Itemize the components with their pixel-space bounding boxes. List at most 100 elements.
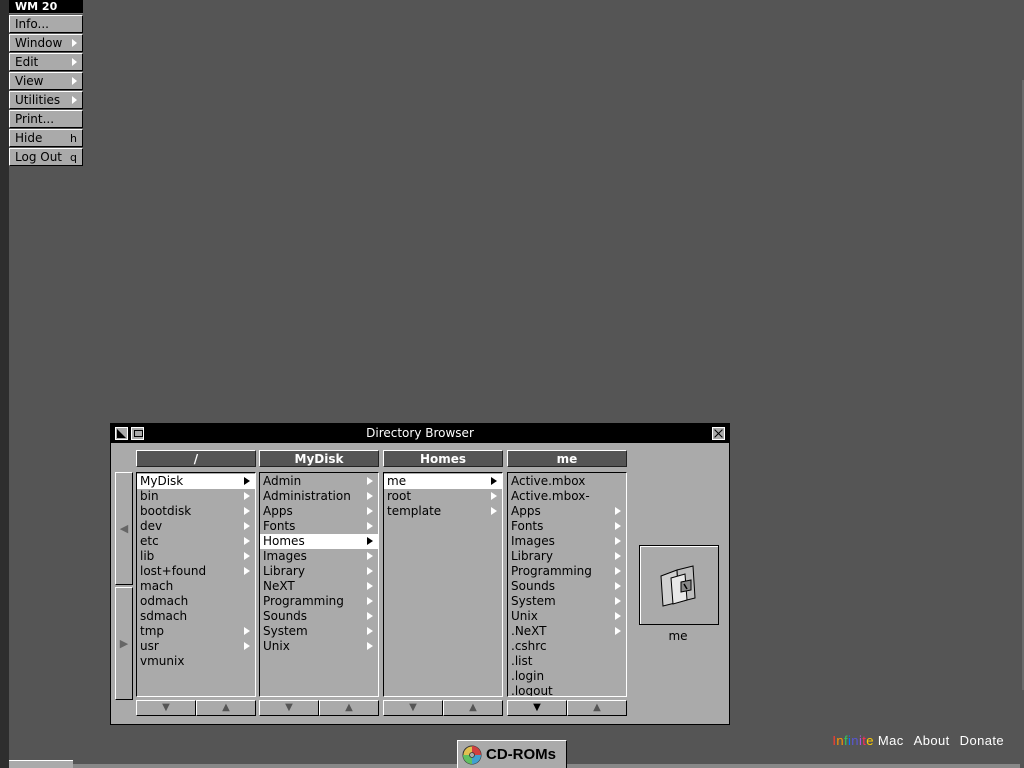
list-item[interactable]: MyDisk — [137, 474, 255, 489]
wm-menu-item[interactable]: Utilities — [9, 91, 83, 109]
scroll-up-button[interactable]: ▲ — [196, 700, 256, 716]
wm-menu-item[interactable]: Hide h — [9, 129, 83, 147]
list-item[interactable]: Apps — [260, 504, 378, 519]
column-list: me root template — [383, 472, 503, 697]
list-item[interactable]: dev — [137, 519, 255, 534]
list-item[interactable]: template — [384, 504, 502, 519]
cdrom-icon — [462, 745, 482, 764]
list-item[interactable]: Active.mbox- — [508, 489, 626, 504]
list-item-label: Fonts — [511, 519, 544, 533]
list-item-label: me — [387, 474, 407, 488]
scroll-up-button[interactable]: ▲ — [319, 700, 379, 716]
list-item[interactable]: Sounds — [508, 579, 626, 594]
list-item-label: bootdisk — [140, 504, 192, 518]
list-item[interactable]: .logout — [508, 684, 626, 696]
wm-menu-title: WM 20 — [9, 0, 83, 14]
horizontal-scroller: ◀ ▶ — [115, 472, 133, 700]
list-item[interactable]: System — [260, 624, 378, 639]
list-item-label: bin — [140, 489, 159, 503]
scroll-right-button[interactable]: ▶ — [115, 587, 133, 700]
list-item-label: Programming — [511, 564, 592, 578]
list-item-label: Homes — [263, 534, 305, 548]
cdrom-label: CD-ROMs — [486, 746, 556, 763]
left-dock-strip — [0, 0, 9, 768]
column-list: Admin Administration Apps Fonts Homes Images L… — [259, 472, 379, 697]
list-item[interactable]: Library — [260, 564, 378, 579]
list-item[interactable]: tmp — [137, 624, 255, 639]
resize-button[interactable] — [131, 427, 144, 440]
wm-menu-item[interactable]: View — [9, 72, 83, 90]
column-scroll-buttons: ▼ ▲ — [259, 700, 379, 716]
scroll-up-button[interactable]: ▲ — [567, 700, 627, 716]
list-item[interactable]: .NeXT — [508, 624, 626, 639]
list-item[interactable]: NeXT — [260, 579, 378, 594]
scroll-down-button[interactable]: ▼ — [259, 700, 319, 716]
list-item[interactable]: .list — [508, 654, 626, 669]
brand-infinite[interactable]: Infinite — [832, 733, 874, 748]
list-item[interactable]: Fonts — [260, 519, 378, 534]
list-item[interactable]: bootdisk — [137, 504, 255, 519]
branch-arrow-icon — [491, 492, 497, 500]
close-button[interactable] — [712, 427, 725, 440]
list-item[interactable]: Programming — [260, 594, 378, 609]
list-item-label: lost+found — [140, 564, 207, 578]
list-item[interactable]: Images — [508, 534, 626, 549]
selection-icon-well[interactable] — [639, 545, 719, 625]
list-item[interactable]: Admin — [260, 474, 378, 489]
list-item-label: .login — [511, 669, 545, 683]
list-item[interactable]: bin — [137, 489, 255, 504]
list-item[interactable]: me — [384, 474, 502, 489]
cdrom-shelf-item[interactable]: CD-ROMs — [457, 740, 567, 768]
list-item[interactable]: Images — [260, 549, 378, 564]
wm-menu-item[interactable]: Window — [9, 34, 83, 52]
list-item[interactable]: Homes — [260, 534, 378, 549]
scroll-up-button[interactable]: ▲ — [443, 700, 503, 716]
list-item[interactable]: usr — [137, 639, 255, 654]
donate-link[interactable]: Donate — [960, 733, 1004, 748]
list-item-label: usr — [140, 639, 159, 653]
column-header: / — [136, 450, 256, 467]
list-item[interactable]: mach — [137, 579, 255, 594]
list-item[interactable]: Sounds — [260, 609, 378, 624]
list-item[interactable]: System — [508, 594, 626, 609]
list-item[interactable]: Unix — [260, 639, 378, 654]
wm-menu-shortcut: q — [70, 150, 77, 164]
scroll-left-button[interactable]: ◀ — [115, 472, 133, 585]
list-item[interactable]: odmach — [137, 594, 255, 609]
list-item[interactable]: Library — [508, 549, 626, 564]
list-item[interactable]: Administration — [260, 489, 378, 504]
about-link[interactable]: About — [914, 733, 950, 748]
wm-menu-item[interactable]: Print... — [9, 110, 83, 128]
wm-menu-item[interactable]: Info... — [9, 15, 83, 33]
scroll-down-button[interactable]: ▼ — [383, 700, 443, 716]
list-item-label: Images — [511, 534, 555, 548]
list-item[interactable]: .login — [508, 669, 626, 684]
list-item[interactable]: vmunix — [137, 654, 255, 669]
window-titlebar[interactable]: Directory Browser — [111, 424, 729, 443]
list-item[interactable]: Apps — [508, 504, 626, 519]
brand-mac[interactable]: Mac — [878, 733, 904, 748]
branch-arrow-icon — [244, 642, 250, 650]
list-item[interactable]: etc — [137, 534, 255, 549]
scroll-down-button[interactable]: ▼ — [136, 700, 196, 716]
list-item[interactable]: Unix — [508, 609, 626, 624]
list-item-label: mach — [140, 579, 174, 593]
scroll-down-button[interactable]: ▼ — [507, 700, 567, 716]
miniaturize-button[interactable] — [115, 427, 128, 440]
list-item[interactable]: root — [384, 489, 502, 504]
list-item[interactable]: Programming — [508, 564, 626, 579]
wm-menu-item[interactable]: Edit — [9, 53, 83, 71]
list-item[interactable]: Active.mbox — [508, 474, 626, 489]
list-item[interactable]: lost+found — [137, 564, 255, 579]
list-item-label: NeXT — [263, 579, 295, 593]
wm-menu-item-label: Edit — [15, 55, 39, 69]
list-item-label: odmach — [140, 594, 189, 608]
list-item[interactable]: lib — [137, 549, 255, 564]
shelf-tab[interactable] — [9, 760, 73, 768]
list-item[interactable]: Fonts — [508, 519, 626, 534]
list-item[interactable]: sdmach — [137, 609, 255, 624]
branch-arrow-icon — [615, 507, 621, 515]
wm-menu-items: Info... Window Edit View Utilities Print... Hi… — [9, 15, 83, 166]
wm-menu-item[interactable]: Log Out q — [9, 148, 83, 166]
list-item[interactable]: .cshrc — [508, 639, 626, 654]
